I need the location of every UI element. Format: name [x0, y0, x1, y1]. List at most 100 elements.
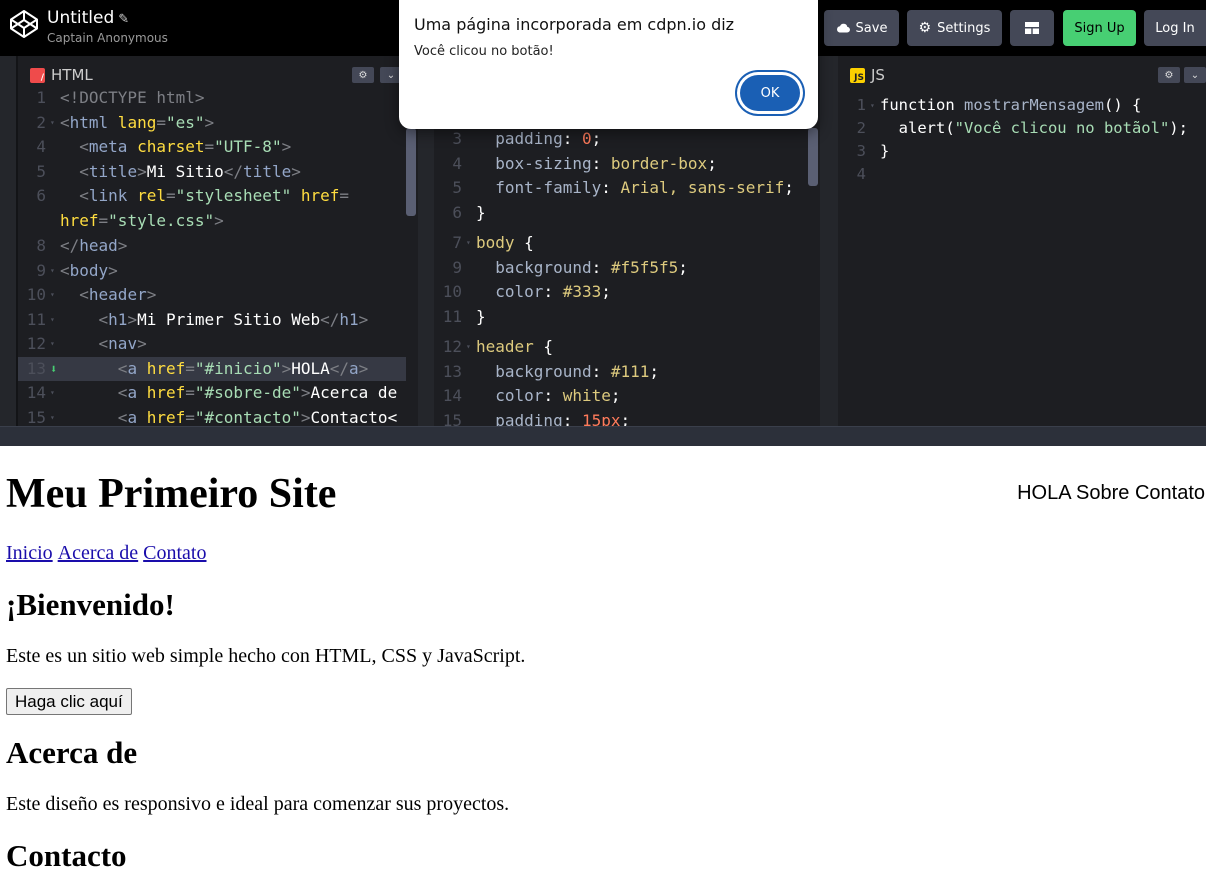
- alert-ok-button[interactable]: OK: [740, 75, 800, 111]
- code-line[interactable]: 13 ⬇ <a href="#inicio">HOLA</a>: [18, 356, 406, 381]
- code-text: <link rel="stylesheet" href=: [60, 184, 349, 209]
- code-line[interactable]: 5 <title>Mi Sitio</title>: [18, 160, 406, 185]
- code-line[interactable]: 10 color: #333;: [434, 280, 804, 305]
- line-number: 5: [36, 161, 46, 181]
- code-token: header: [88, 285, 147, 304]
- code-line[interactable]: 12 ▾ header {: [434, 335, 804, 360]
- fold-arrow-icon: [466, 176, 476, 201]
- save-button[interactable]: Save: [824, 10, 899, 46]
- code-line[interactable]: 14 ▾ <a href="#sobre-de">Acerca de: [18, 381, 406, 406]
- css-code[interactable]: 3 padding: 0; 4 box-sizing: border-box; 5 …: [434, 127, 804, 426]
- code-line[interactable]: 2 ▾ <html lang="es">: [18, 111, 406, 136]
- code-token: a: [349, 358, 359, 378]
- code-line[interactable]: 4 <meta charset="UTF-8">: [18, 135, 406, 160]
- code-line[interactable]: 7 ▾ body {: [434, 231, 804, 256]
- code-line[interactable]: href="style.css">: [18, 209, 406, 234]
- code-token: ;: [601, 282, 611, 301]
- sign-up-button[interactable]: Sign Up: [1063, 10, 1136, 46]
- code-token: border-box: [610, 153, 708, 173]
- fold-arrow-icon[interactable]: ▾: [466, 335, 476, 360]
- code-line[interactable]: 2 alert("Você clicou no botãol");: [838, 117, 1204, 140]
- js-settings-gear-icon[interactable]: ⚙: [1158, 67, 1180, 83]
- code-line[interactable]: 13 background: #111;: [434, 360, 804, 385]
- code-token: "#sobre-de": [194, 383, 301, 402]
- js-tab-label: JS: [871, 66, 885, 84]
- line-number: 6: [36, 186, 46, 205]
- code-token: color: [476, 386, 544, 405]
- code-line[interactable]: 6}: [434, 201, 804, 226]
- code-line[interactable]: 1 <!DOCTYPE html>: [18, 86, 406, 111]
- html-scrollbar[interactable]: [406, 128, 416, 216]
- fold-arrow-icon[interactable]: ▾: [50, 259, 60, 284]
- fold-arrow-icon[interactable]: ▾: [466, 231, 476, 256]
- preview-link-acerca[interactable]: Acerca de: [58, 542, 139, 564]
- preview-about-text: Este diseño es responsivo e ideal para c…: [6, 793, 510, 815]
- code-token: <: [60, 334, 109, 353]
- pane-resizer[interactable]: [0, 56, 16, 426]
- preview-link-inicio[interactable]: Inicio: [6, 542, 53, 564]
- pane-resizer[interactable]: [820, 56, 838, 426]
- code-line[interactable]: 14 color: white;: [434, 384, 804, 409]
- pen-title[interactable]: Untitled ✎: [47, 8, 129, 28]
- preview-link-contato[interactable]: Contato: [143, 542, 206, 564]
- settings-button[interactable]: ⚙ Settings: [907, 10, 1002, 46]
- code-token: >: [137, 161, 147, 181]
- fold-arrow-icon[interactable]: ▾: [50, 308, 60, 333]
- code-line[interactable]: 3}: [838, 140, 1204, 163]
- code-token: html: [69, 112, 109, 132]
- code-line[interactable]: 11 ▾ <h1>Mi Primer Sitio Web</h1>: [18, 308, 406, 333]
- preview-about-heading: Acerca de: [6, 735, 138, 770]
- log-in-button[interactable]: Log In: [1144, 10, 1206, 46]
- code-token: href: [291, 186, 340, 205]
- html-settings-gear-icon[interactable]: ⚙: [352, 67, 374, 83]
- js-code[interactable]: 1 ▾ function mostrarMensagem() {2 alert("V…: [838, 94, 1204, 186]
- code-token: :: [601, 178, 621, 197]
- css-scrollbar[interactable]: [808, 128, 818, 186]
- code-line[interactable]: 5 font-family: Arial, sans-serif;: [434, 176, 804, 201]
- code-line[interactable]: 1 ▾ function mostrarMensagem() {: [838, 94, 1204, 117]
- fold-arrow-icon[interactable]: ▾: [50, 381, 60, 406]
- code-token: Contacto<: [310, 407, 398, 427]
- code-line[interactable]: 4: [838, 163, 1204, 186]
- fold-arrow-icon: [870, 117, 880, 140]
- line-number: 7: [452, 233, 462, 252]
- code-line[interactable]: 12 ▾ <nav>: [18, 332, 406, 357]
- fold-arrow-icon: [870, 140, 880, 163]
- code-token: Arial, sans-serif: [620, 178, 785, 197]
- line-number: 11: [26, 309, 46, 329]
- preview-welcome-text: Este es un sitio web simple hecho con HT…: [6, 645, 526, 667]
- code-token: href: [137, 407, 186, 427]
- js-editor-tab[interactable]: JS JS: [838, 62, 885, 88]
- codepen-logo-icon[interactable]: [8, 8, 40, 40]
- fold-arrow-icon[interactable]: ▾: [50, 111, 60, 136]
- code-token: :: [562, 129, 582, 148]
- pencil-icon[interactable]: ✎: [118, 12, 129, 27]
- html-code[interactable]: 1 <!DOCTYPE html> 2 ▾ <html lang="es"> 4 <met…: [18, 86, 406, 426]
- log-in-label: Log In: [1155, 20, 1195, 36]
- code-line[interactable]: 6 <link rel="stylesheet" href=: [18, 184, 406, 209]
- fold-arrow-icon[interactable]: ▾: [50, 406, 60, 427]
- line-number: 4: [36, 137, 46, 156]
- code-line[interactable]: 15 padding: 15px;: [434, 409, 804, 427]
- code-text: <nav>: [60, 332, 147, 357]
- code-token: =: [185, 407, 195, 427]
- code-line[interactable]: 3 padding: 0;: [434, 127, 804, 152]
- change-view-button[interactable]: [1010, 10, 1054, 46]
- code-line[interactable]: 11}: [434, 305, 804, 330]
- code-line[interactable]: 8 </head>: [18, 234, 406, 259]
- code-line[interactable]: 10 ▾ <header>: [18, 283, 406, 308]
- code-token: lang: [108, 112, 157, 132]
- line-number: 3: [452, 129, 462, 148]
- preview-resize-bar[interactable]: [0, 426, 1206, 446]
- code-line[interactable]: 9 background: #f5f5f5;: [434, 256, 804, 281]
- fold-arrow-icon[interactable]: ▾: [870, 94, 880, 117]
- html-editor-tab[interactable]: / HTML: [18, 62, 93, 88]
- fold-arrow-icon[interactable]: ▾: [50, 283, 60, 308]
- code-line[interactable]: 9 ▾ <body>: [18, 259, 406, 284]
- js-lang-icon: JS: [850, 67, 865, 83]
- code-line[interactable]: 4 box-sizing: border-box;: [434, 152, 804, 177]
- code-line[interactable]: 15 ▾ <a href="#contacto">Contacto<: [18, 406, 406, 427]
- fold-arrow-icon[interactable]: ▾: [50, 332, 60, 357]
- preview-click-button[interactable]: Haga clic aquí: [6, 688, 132, 715]
- js-collapse-chevron-icon[interactable]: ⌄: [1184, 67, 1206, 83]
